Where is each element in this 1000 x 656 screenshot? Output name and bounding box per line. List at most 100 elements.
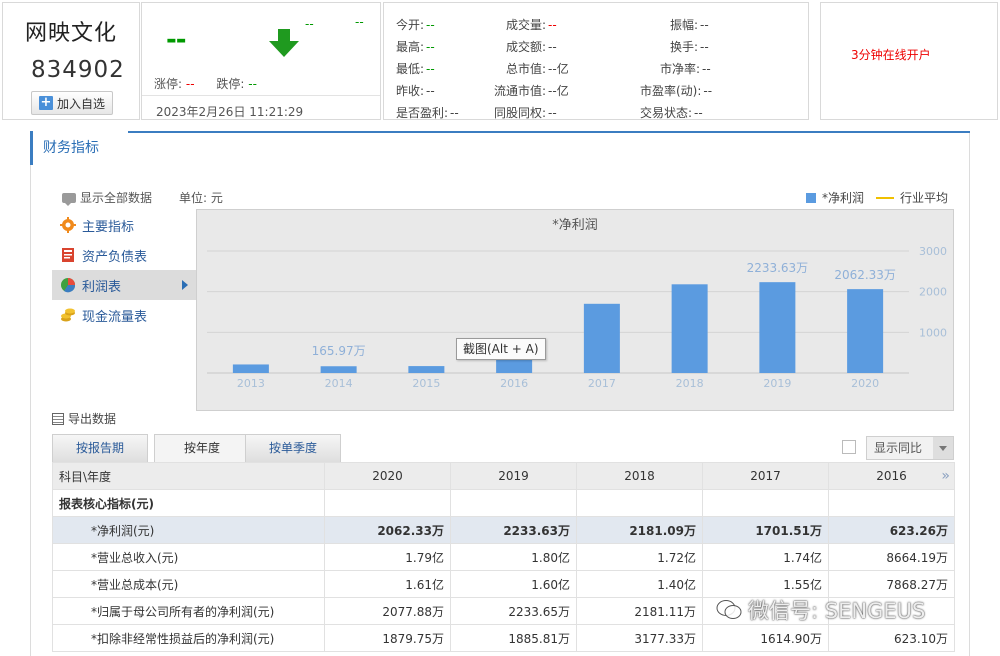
panel-top-border: [30, 131, 970, 133]
x-tick-label: 2018: [676, 377, 704, 390]
account-ad-panel: 3分钟在线开户: [820, 2, 998, 120]
table-row[interactable]: *净利润(元) 2062.33万 2233.63万 2181.09万 1701.…: [52, 516, 955, 544]
stat-low: 最低: --: [396, 62, 435, 76]
limit-up-label: 涨停:: [154, 77, 183, 91]
bar-2015: [408, 366, 445, 373]
data-label: 2062.33万: [834, 268, 896, 282]
stat-open: 今开: --: [396, 18, 435, 32]
legend-swatch-net-profit: [805, 192, 816, 203]
pie-chart-icon: [61, 278, 76, 293]
menu-item-cash-flow[interactable]: 现金流量表: [52, 300, 196, 330]
stock-name: 网映文化: [25, 21, 118, 46]
menu-item-main-indicators[interactable]: 主要指标: [52, 210, 196, 240]
coins-icon: [61, 308, 75, 322]
price-change-percent: --: [355, 15, 364, 29]
table-section-row: 报表核心指标(元): [52, 489, 955, 517]
tab-by-quarter[interactable]: 按单季度: [245, 434, 341, 462]
chart-canvas: *净利润 1000 2000 3000 2013 2014 2015 2016 2017 2018…: [207, 218, 947, 390]
net-profit-chart: *净利润 1000 2000 3000 2013 2014 2015 2016 2017 2018…: [196, 209, 954, 411]
table-row[interactable]: *营业总收入(元) 1.79亿 1.80亿 1.72亿 1.74亿 8664.1…: [52, 543, 955, 571]
add-to-watchlist-button[interactable]: + 加入自选: [31, 91, 113, 115]
x-tick-label: 2015: [412, 377, 440, 390]
table-header-row: 科目\年度 2020 2019 2018 2017 2016»: [52, 462, 955, 490]
header-year: 2020: [324, 462, 451, 490]
limit-down-label: 跌停:: [216, 77, 245, 91]
stat-high: 最高: --: [396, 40, 435, 54]
legend-net-profit: *净利润: [821, 191, 864, 205]
yoy-checkbox[interactable]: [842, 440, 856, 454]
watermark-text: 微信号: SENGEUS: [748, 599, 926, 623]
stat-volume: 成交量: --: [506, 18, 557, 32]
add-to-watchlist-label: 加入自选: [56, 96, 105, 111]
panel-title: 财务指标: [43, 140, 99, 156]
header-subject-year: 科目\年度: [52, 462, 325, 490]
document-icon: [62, 248, 74, 262]
stats-panel: 今开: -- 成交量: -- 振幅: -- 最高: -- 成交额: -- 换手: -- 最低…: [383, 2, 809, 120]
header-year: 2019: [450, 462, 577, 490]
down-arrow-icon: [269, 29, 299, 57]
stock-code: 834902: [31, 57, 125, 83]
x-tick-label: 2016: [500, 377, 528, 390]
stat-turnover-rate: 换手: --: [670, 40, 709, 54]
y-tick-label: 2000: [919, 286, 947, 299]
stat-pe: 市盈率(动): --: [640, 84, 713, 98]
menu-item-income-statement[interactable]: 利润表: [52, 270, 196, 300]
x-tick-label: 2014: [325, 377, 353, 390]
bar-2019: [759, 282, 796, 373]
export-data-button[interactable]: 导出数据: [52, 410, 116, 427]
open-account-link[interactable]: 3分钟在线开户: [851, 46, 931, 63]
stat-same-rights: 同股同权: --: [494, 106, 557, 120]
legend-industry-avg: 行业平均: [899, 191, 948, 205]
x-tick-label: 2017: [588, 377, 616, 390]
table-row[interactable]: *营业总成本(元) 1.61亿 1.60亿 1.40亿 1.55亿 7868.2…: [52, 570, 955, 598]
gear-icon: [60, 217, 76, 233]
unit-label: 单位: 元: [179, 191, 223, 205]
stat-market-cap: 总市值: --亿: [506, 62, 569, 76]
stat-float-cap: 流通市值: --亿: [494, 84, 569, 98]
legend-swatch-industry-avg: [875, 196, 894, 199]
quote-timestamp: 2023年2月26日 11:21:29: [156, 105, 304, 119]
chevron-down-icon: [933, 437, 953, 459]
bar-2018: [671, 284, 708, 373]
limit-down-value: --: [248, 77, 257, 91]
double-chevron-right-icon[interactable]: »: [941, 468, 950, 484]
price-change: --: [305, 17, 314, 31]
show-yoy-dropdown[interactable]: 显示同比: [866, 436, 954, 460]
stat-trade-status: 交易状态: --: [640, 106, 703, 120]
stat-turnover-amount: 成交额: --: [506, 40, 557, 54]
bar-2014: [320, 366, 357, 373]
chart-title: *净利润: [552, 218, 598, 233]
panel-title-tab: 财务指标: [30, 131, 128, 165]
wechat-watermark: 微信号: SENGEUS: [716, 595, 925, 625]
table-row[interactable]: *扣除非经常性损益后的净利润(元) 1879.75万 1885.81万 3177…: [52, 624, 955, 652]
comment-icon: [62, 193, 76, 206]
bar-2020: [847, 289, 884, 373]
chart-legend: *净利润 行业平均: [805, 189, 948, 206]
stat-pb: 市净率: --: [660, 62, 711, 76]
tab-by-report-period[interactable]: 按报告期: [52, 434, 148, 462]
price-panel: -- -- -- 涨停: -- 跌停: -- 2023年2月26日 11:21:…: [141, 2, 381, 120]
bar-2017: [583, 303, 620, 373]
menu-item-balance-sheet[interactable]: 资产负债表: [52, 240, 196, 270]
x-tick-label: 2013: [237, 377, 265, 390]
stat-prev-close: 昨收: --: [396, 84, 435, 98]
tab-by-year[interactable]: 按年度: [154, 434, 250, 462]
data-label: 165.97万: [312, 344, 366, 358]
show-all-data-toggle[interactable]: 显示全部数据: [62, 189, 152, 206]
y-tick-label: 1000: [919, 326, 947, 339]
stock-name-panel: 网映文化 834902 + 加入自选: [2, 2, 140, 120]
spreadsheet-icon: [52, 413, 64, 425]
plus-icon: +: [38, 95, 53, 110]
x-tick-label: 2020: [851, 377, 879, 390]
divider: [142, 95, 380, 96]
section-label: 报表核心指标(元): [52, 489, 325, 517]
stat-profitable: 是否盈利: --: [396, 106, 459, 120]
statement-menu: 主要指标 资产负债表 利润表 现金流量表: [52, 210, 196, 330]
chevron-right-icon: [182, 280, 188, 290]
screenshot-tooltip: 截图(Alt + A): [456, 338, 546, 360]
y-tick-label: 3000: [919, 245, 947, 258]
stat-amplitude: 振幅: --: [670, 18, 709, 32]
bar-2013: [232, 364, 269, 373]
wechat-icon: [716, 600, 742, 619]
x-tick-label: 2019: [763, 377, 791, 390]
